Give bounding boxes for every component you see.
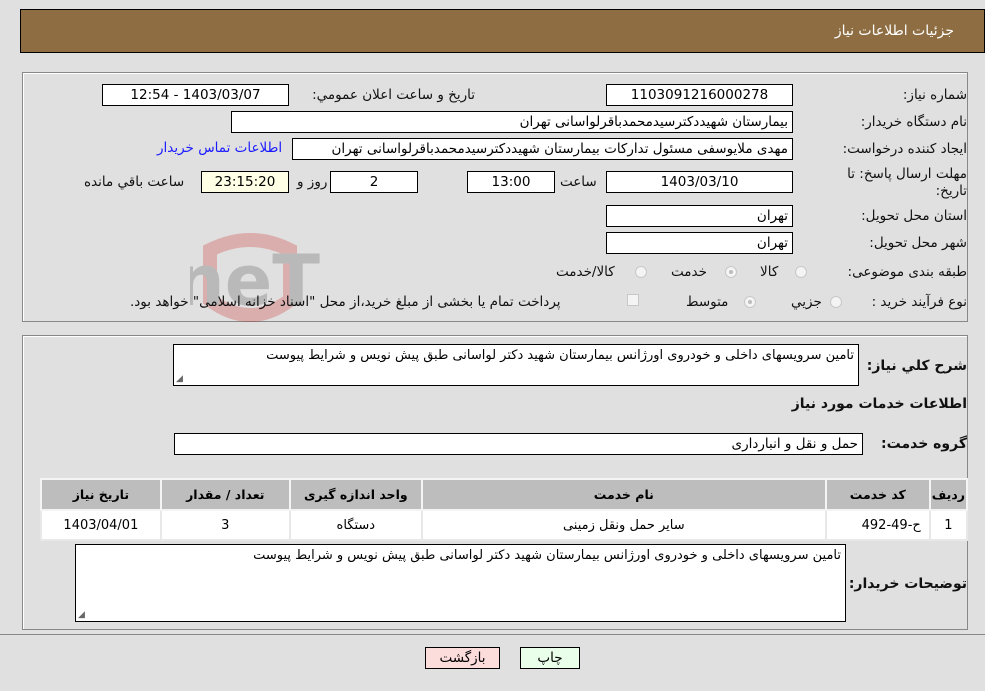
- remaining-days-field: 2: [330, 171, 418, 193]
- summary-textarea[interactable]: تامین سرویسهای داخلی و خودروی اورژانس بی…: [173, 344, 859, 386]
- resize-grip-icon[interactable]: ◢: [78, 610, 85, 620]
- buyer-org-field: بیمارستان شهیددکترسیدمحمدباقرلواسانی تهر…: [231, 111, 793, 133]
- footer-divider: [0, 634, 985, 635]
- purchase-radio-medium[interactable]: [744, 296, 756, 308]
- table-row: 1 ح-49-492 سایر حمل ونقل زمینی دستگاه 3 …: [40, 509, 969, 541]
- category-option-service: خدمت: [671, 264, 707, 280]
- province-label: استان محل تحویل:: [861, 208, 967, 224]
- summary-label: شرح کلي نياز:: [866, 358, 967, 374]
- province-field: تهران: [606, 205, 793, 227]
- cell-need-date: 1403/04/01: [40, 509, 162, 541]
- cell-unit: دستگاه: [288, 509, 423, 541]
- resize-grip-icon[interactable]: ◢: [176, 374, 183, 384]
- buyer-notes-text: تامین سرویسهای داخلی و خودروی اورژانس بی…: [253, 548, 841, 563]
- announce-datetime-field: 1403/03/07 - 12:54: [102, 84, 289, 106]
- category-radio-goods[interactable]: [795, 266, 807, 278]
- remaining-time-label: ساعت باقي مانده: [84, 174, 185, 190]
- print-button[interactable]: چاپ: [520, 647, 580, 669]
- city-field: تهران: [606, 232, 793, 254]
- table-header-row: ردیف کد خدمت نام خدمت واحد اندازه گیری ت…: [40, 478, 969, 511]
- col-unit: واحد اندازه گیری: [288, 478, 423, 511]
- deadline-label: مهلت ارسال پاسخ: تا تاریخ:: [847, 166, 967, 199]
- deadline-date-field: 1403/03/10: [606, 171, 793, 193]
- days-label: روز و: [297, 174, 328, 190]
- cell-service-name: سایر حمل ونقل زمینی: [420, 509, 827, 541]
- category-radio-service[interactable]: [725, 266, 737, 278]
- service-group-field: حمل و نقل و انبارداری: [174, 433, 863, 455]
- city-label: شهر محل تحویل:: [869, 235, 967, 251]
- col-quantity: تعداد / مقدار: [159, 478, 291, 511]
- requester-label: ایجاد کننده درخواست:: [842, 141, 967, 157]
- col-service-code: کد خدمت: [824, 478, 931, 511]
- purchase-option-medium: متوسط: [686, 294, 729, 310]
- cell-row-number: 1: [928, 509, 969, 541]
- summary-text: تامین سرویسهای داخلی و خودروی اورژانس بی…: [266, 348, 854, 363]
- services-section-title: اطلاعات خدمات مورد نیاز: [791, 396, 967, 412]
- treasury-checkbox[interactable]: [627, 294, 639, 306]
- remaining-time-field: 23:15:20: [201, 171, 289, 193]
- need-number-label: شماره نیاز:: [902, 87, 967, 103]
- col-service-name: نام خدمت: [420, 478, 827, 511]
- purchase-radio-minor[interactable]: [830, 296, 842, 308]
- cell-service-code: ح-49-492: [824, 509, 931, 541]
- purchase-type-label: نوع فرآیند خرید :: [871, 294, 967, 310]
- page-header: جزئیات اطلاعات نیاز: [20, 9, 985, 53]
- buyer-notes-label: توضیحات خریدار:: [848, 576, 967, 592]
- services-table: ردیف کد خدمت نام خدمت واحد اندازه گیری ت…: [40, 478, 969, 541]
- cell-quantity: 3: [159, 509, 291, 541]
- service-group-label: گروه خدمت:: [881, 436, 967, 452]
- treasury-checkbox-label: پرداخت تمام یا بخشی از مبلغ خرید،از محل …: [130, 294, 561, 310]
- buyer-contact-link[interactable]: اطلاعات تماس خریدار: [157, 140, 282, 156]
- deadline-time-field: 13:00: [467, 171, 555, 193]
- category-label: طبقه بندی موضوعی:: [847, 264, 967, 280]
- page-title: جزئیات اطلاعات نیاز: [834, 23, 954, 39]
- col-need-date: تاریخ نیاز: [40, 478, 162, 511]
- category-radio-goods-service[interactable]: [635, 266, 647, 278]
- category-option-goods: کالا: [760, 264, 779, 280]
- purchase-option-minor: جزيي: [791, 294, 822, 310]
- deadline-time-label: ساعت: [560, 174, 597, 190]
- requester-field: مهدی ملایوسفی مسئول تدارکات بیمارستان شه…: [292, 138, 793, 160]
- category-option-goods-service: کالا/خدمت: [556, 264, 615, 280]
- col-row-number: ردیف: [928, 478, 969, 511]
- buyer-org-label: نام دستگاه خریدار:: [860, 114, 967, 130]
- back-button[interactable]: بازگشت: [425, 647, 500, 669]
- need-number-field: 1103091216000278: [606, 84, 793, 106]
- buyer-notes-textarea[interactable]: تامین سرویسهای داخلی و خودروی اورژانس بی…: [75, 544, 846, 622]
- announce-datetime-label: تاريخ و ساعت اعلان عمومي:: [312, 87, 475, 103]
